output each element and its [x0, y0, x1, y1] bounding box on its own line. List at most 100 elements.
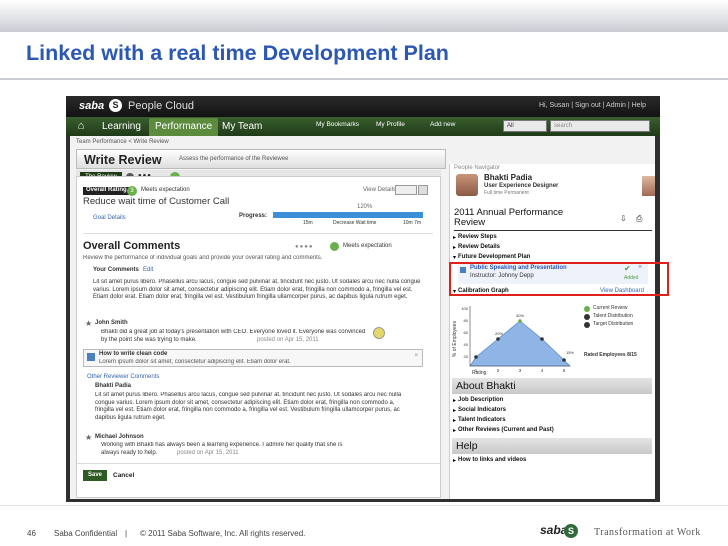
progress-bar — [273, 212, 423, 218]
x-tick-label: 5 — [563, 368, 566, 373]
y-tick-label: 80 — [464, 318, 469, 323]
footer-tagline: Transformation at Work — [594, 527, 701, 538]
other-comments-toggle[interactable]: Other Reviewer Comments — [87, 374, 159, 382]
overall-rating-label: Overall Rating — [83, 187, 130, 195]
title-divider — [0, 78, 728, 80]
bhakti-comment: Lit sit amet purus libero. Phasellus arc… — [95, 392, 402, 421]
nav-my-profile[interactable]: My Profile — [376, 121, 405, 128]
caret-right-icon: ▸ — [453, 235, 457, 241]
edit-comments-link[interactable]: Edit — [143, 267, 153, 275]
header-user-links[interactable]: Hi, Susan | Sign out | Admin | Help — [539, 102, 646, 109]
x-tick-label: 4 — [541, 368, 544, 373]
future-plan-link[interactable]: Future Development Plan — [458, 254, 530, 260]
x-tick-label: 2 — [497, 368, 500, 373]
overall-rating-text: Meets expectation — [343, 243, 392, 249]
lightbulb-icon[interactable] — [373, 327, 385, 339]
document-icon — [87, 353, 95, 361]
help-videos-link[interactable]: How to links and videos — [458, 457, 526, 463]
divider — [454, 230, 652, 231]
progress-percent: 120% — [357, 204, 373, 210]
calibration-graph: 100806040201 2 3 4 520%40%15% % of Employees… — [452, 306, 574, 376]
product-name: People Cloud — [128, 100, 195, 112]
legend-current-icon — [584, 306, 590, 312]
avatar[interactable] — [456, 174, 478, 196]
home-icon[interactable]: ⌂ — [70, 118, 92, 135]
graph-y-label: % of Employees — [452, 320, 458, 357]
legend-talent: Talent Distribution — [593, 313, 633, 319]
save-button[interactable]: Save — [83, 470, 107, 481]
footer-divider — [0, 505, 728, 506]
y-tick-label: 100 — [461, 306, 468, 311]
person-type: Full time Permanent — [484, 190, 529, 196]
caret-right-icon: ▸ — [453, 408, 457, 414]
download-icon[interactable]: ⇩ — [620, 214, 627, 223]
divider — [83, 233, 433, 234]
resource-title[interactable]: How to write clean code — [99, 351, 167, 359]
bhakti-name: Bhakti Padia — [95, 383, 132, 389]
legend-target: Target Distribution — [593, 321, 634, 327]
legend-target-icon — [584, 322, 590, 328]
avatar-peek[interactable] — [642, 176, 655, 196]
reviewer-star-icon: ★ — [85, 319, 93, 328]
review-form: Overall Rating 3 Meets expectation View … — [76, 176, 441, 498]
goal-details-link[interactable]: Goal Details — [93, 215, 126, 223]
close-icon[interactable]: × — [414, 353, 418, 361]
y-tick-label: 60 — [464, 330, 469, 335]
progress-mid: Decrease Wait time — [333, 220, 377, 226]
divider — [77, 463, 440, 464]
reviewer-star-icon: ★ — [85, 433, 93, 442]
caret-right-icon: ▸ — [453, 428, 457, 434]
y-tick-label: 40 — [464, 342, 469, 347]
slide-top-band — [0, 0, 728, 32]
scope-select[interactable]: All — [503, 120, 547, 132]
person-name[interactable]: Bhakti Padia — [484, 173, 532, 182]
graph-annotation: 20% — [495, 331, 503, 336]
tab-performance[interactable]: Performance — [149, 118, 219, 136]
rating-dots[interactable]: ●●●● — [295, 244, 314, 252]
caret-down-icon: ▾ — [453, 255, 457, 261]
suggested-resource[interactable]: How to write clean code Lorem ipsum dolo… — [83, 349, 423, 367]
resource-text: Lorem ipsum dolor sit amet, consectetur … — [99, 359, 291, 365]
footer-separator: | — [125, 529, 128, 538]
john-date: posted on Apr 15, 2011 — [257, 337, 319, 343]
grid-view-toggle[interactable] — [418, 185, 428, 195]
development-plan-highlight — [449, 262, 669, 296]
cancel-button[interactable]: Cancel — [113, 470, 134, 481]
breadcrumb[interactable]: Team Performance < Write Review — [76, 139, 169, 145]
review-steps-link[interactable]: Review Steps — [458, 234, 497, 240]
caret-right-icon: ▸ — [453, 398, 457, 404]
michael-date: posted on Apr 15, 2011 — [177, 450, 239, 456]
review-details-link[interactable]: Review Details — [458, 244, 500, 250]
your-comments-label: Your Comments — [93, 267, 139, 273]
tab-my-team[interactable]: My Team — [216, 118, 268, 136]
selected-rating-dot[interactable] — [330, 242, 339, 251]
social-indicators-link[interactable]: Social Indicators — [458, 407, 506, 413]
michael-name: Michael Johnson — [95, 434, 144, 440]
page-number: 46 — [27, 529, 36, 538]
list-view-toggle[interactable] — [395, 185, 417, 195]
app-screenshot: saba S People Cloud Hi, Susan | Sign out… — [66, 96, 660, 502]
nav-my-bookmarks[interactable]: My Bookmarks — [316, 121, 359, 128]
print-icon[interactable]: ⎙ — [636, 214, 642, 224]
search-input[interactable]: search — [550, 120, 650, 132]
rating-text: Meets expectation — [141, 187, 190, 193]
content-area: Team Performance < Write Review Write Re… — [70, 136, 655, 499]
app-header: saba S People Cloud Hi, Susan | Sign out… — [66, 96, 660, 117]
view-details-link[interactable]: View Details — [363, 187, 396, 195]
nav-add-new[interactable]: Add new — [430, 121, 455, 128]
job-description-link[interactable]: Job Description — [458, 397, 503, 403]
graph-annotation: 40% — [516, 313, 524, 318]
graph-point — [540, 337, 544, 341]
your-comments-text: Lit sit amet purus libero. Phasellus arc… — [93, 279, 421, 300]
overall-intro: Review the performance of individual goa… — [83, 255, 323, 261]
people-navigator-label: People Navigator — [454, 165, 501, 171]
caret-right-icon: ▸ — [453, 458, 457, 464]
legend-talent-icon — [584, 314, 590, 320]
footer-saba-logo-icon: S — [564, 524, 578, 538]
talent-indicators-link[interactable]: Talent Indicators — [458, 417, 506, 423]
graph-point — [474, 355, 478, 359]
main-nav: ⌂ Learning Performance My Team My Bookma… — [66, 117, 660, 136]
tab-learning[interactable]: Learning — [96, 118, 147, 136]
page-title: Write Review — [84, 153, 162, 167]
other-reviews-link[interactable]: Other Reviews (Current and Past) — [458, 427, 554, 433]
